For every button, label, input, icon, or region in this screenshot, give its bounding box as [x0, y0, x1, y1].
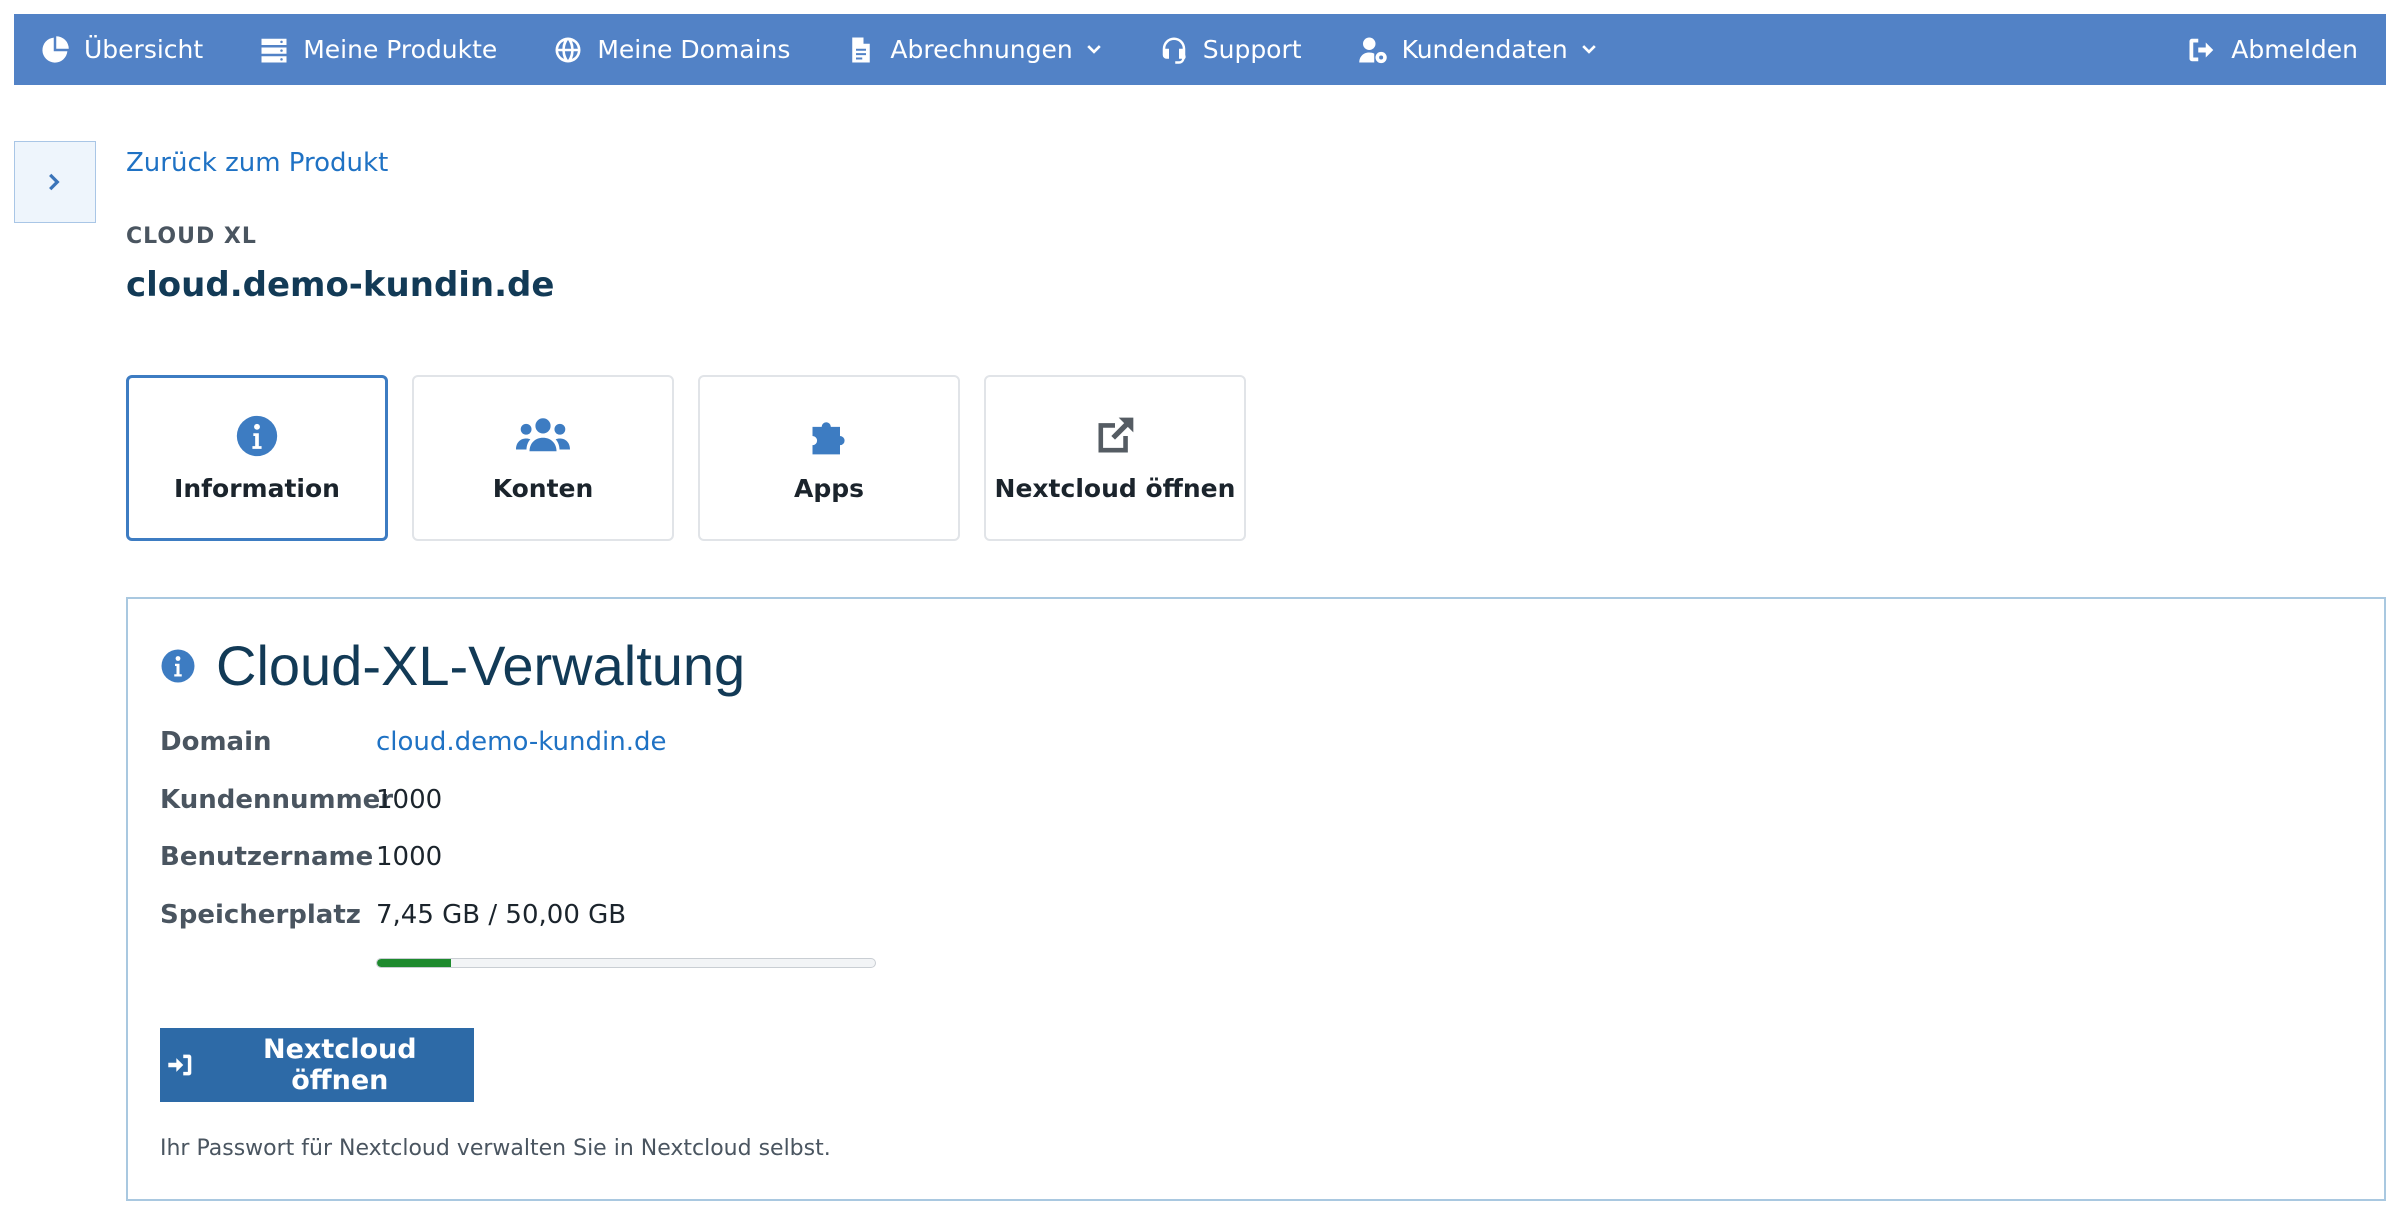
- back-to-product-link[interactable]: Zurück zum Produkt: [126, 148, 388, 178]
- nav-item-label: Kundendaten: [1401, 35, 1568, 64]
- chevron-down-icon: [1581, 44, 1596, 54]
- page-title: cloud.demo-kundin.de: [126, 265, 555, 305]
- puzzle-icon: [812, 421, 845, 454]
- user-cog-icon: [1358, 37, 1387, 63]
- tile-label: Apps: [793, 473, 865, 503]
- info-circle-icon: [236, 415, 278, 456]
- management-panel: Cloud-XL-Verwaltung Domain cloud.demo-ku…: [126, 597, 2386, 1201]
- domain-link[interactable]: cloud.demo-kundin.de: [376, 727, 666, 757]
- users-icon: [516, 417, 570, 451]
- sidebar-toggle-button[interactable]: [14, 141, 96, 223]
- server-icon: [261, 38, 287, 62]
- panel-title: Cloud-XL-Verwaltung: [216, 634, 746, 697]
- info-label: Benutzername: [160, 842, 374, 872]
- nav-item-domains[interactable]: Meine Domains: [525, 14, 818, 85]
- nav-item-label: Meine Domains: [597, 35, 791, 64]
- info-label: Speicherplatz: [160, 900, 361, 930]
- info-row-domain: Domain cloud.demo-kundin.de: [160, 727, 666, 757]
- top-navigation: Übersicht Meine Produkte Meine Domains A…: [14, 14, 2386, 85]
- invoice-icon: [852, 37, 871, 62]
- chevron-right-icon: [49, 173, 60, 191]
- password-hint: Ihr Passwort für Nextcloud verwalten Sie…: [160, 1136, 831, 1161]
- open-nextcloud-button[interactable]: Nextcloud öffnen: [160, 1028, 474, 1102]
- headset-icon: [1162, 37, 1186, 64]
- info-label: Domain: [160, 727, 272, 757]
- nav-item-label: Übersicht: [84, 35, 204, 64]
- tile-apps[interactable]: Apps: [698, 375, 960, 541]
- tile-accounts[interactable]: Konten: [412, 375, 674, 541]
- info-value: 7,45 GB / 50,00 GB: [376, 900, 627, 930]
- tile-label: Information: [174, 473, 340, 503]
- sign-out-icon: [2189, 38, 2214, 61]
- product-type-label: CLOUD XL: [126, 224, 257, 249]
- pie-chart-icon: [42, 35, 69, 63]
- info-row-customer-number: Kundennummer 1000: [160, 785, 442, 815]
- tile-open-nextcloud[interactable]: Nextcloud öffnen: [984, 375, 1246, 541]
- nav-item-support[interactable]: Support: [1131, 14, 1330, 85]
- tile-label: Nextcloud öffnen: [994, 473, 1236, 503]
- info-row-storage: Speicherplatz 7,45 GB / 50,00 GB: [160, 900, 626, 930]
- info-value: 1000: [376, 842, 443, 872]
- logout-button[interactable]: Abmelden: [2159, 14, 2386, 85]
- info-value: 1000: [376, 785, 443, 815]
- chevron-down-icon: [1086, 44, 1101, 54]
- open-nextcloud-button-label: Nextcloud öffnen: [263, 1034, 417, 1096]
- panel-heading: Cloud-XL-Verwaltung: [160, 633, 745, 698]
- nav-item-label: Abrechnungen: [890, 35, 1073, 64]
- section-tiles: Information Konten Apps Nextcloud öffnen: [126, 375, 1270, 541]
- info-row-username: Benutzername 1000: [160, 842, 442, 872]
- nav-item-billing[interactable]: Abrechnungen: [818, 14, 1130, 85]
- storage-progress-bar: [376, 958, 876, 968]
- info-label: Kundennummer: [160, 785, 394, 815]
- sign-in-icon: [168, 1054, 192, 1076]
- nav-item-products[interactable]: Meine Produkte: [231, 14, 525, 85]
- tile-information[interactable]: Information: [126, 375, 388, 541]
- globe-icon: [555, 37, 581, 62]
- nav-item-label: Meine Produkte: [303, 35, 498, 64]
- nav-item-label: Support: [1202, 35, 1302, 64]
- nav-item-overview[interactable]: Übersicht: [14, 14, 231, 85]
- external-link-icon: [1098, 417, 1134, 452]
- logout-label: Abmelden: [2231, 35, 2358, 64]
- storage-progress-fill: [377, 959, 452, 967]
- tile-label: Konten: [492, 473, 594, 503]
- nav-item-customer-data[interactable]: Kundendaten: [1330, 14, 1626, 85]
- info-circle-icon: [161, 649, 195, 682]
